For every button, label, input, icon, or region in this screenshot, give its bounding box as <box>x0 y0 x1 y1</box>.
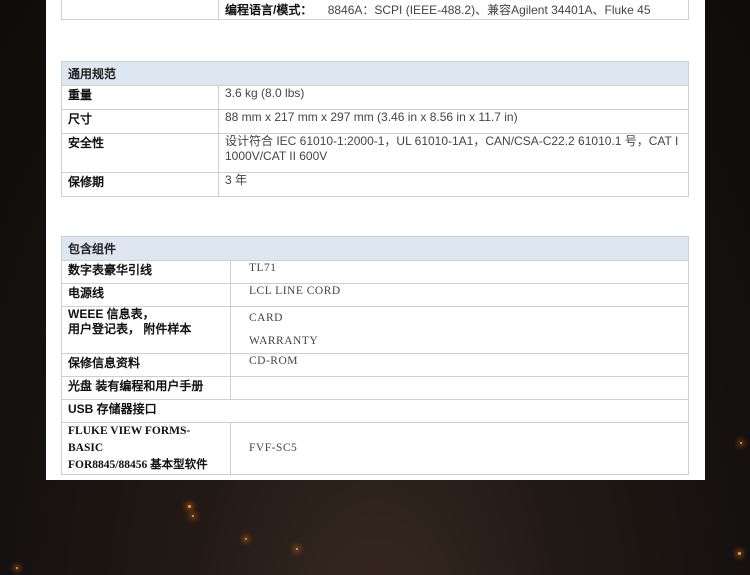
component-part-number: FVF-SC5 <box>230 422 689 475</box>
component-label: 光盘 装有编程和用户手册 <box>61 376 231 400</box>
table-row: FLUKE VIEW FORMS-BASIC FOR8845/88456 基本型… <box>61 422 689 475</box>
component-label: USB 存储器接口 <box>61 399 689 423</box>
component-label: WEEE 信息表， 用户登记表， 附件样本 <box>61 306 231 354</box>
ember-spark <box>192 515 194 517</box>
programming-language-value: 8846A：SCPI (IEEE-488.2)、兼容Agilent 34401A… <box>327 3 651 17</box>
programming-language-cell: 编程语言/模式： 8846A：SCPI (IEEE-488.2)、兼容Agile… <box>218 0 689 20</box>
spec-value: 3 年 <box>218 172 689 197</box>
component-part-number: CARD WARRANTY <box>230 306 689 354</box>
spec-value: 设计符合 IEC 61010-1:2000-1，UL 61010-1A1，CAN… <box>218 133 689 173</box>
part-number-line: WARRANTY <box>249 335 319 347</box>
spec-label: 保修期 <box>61 172 219 197</box>
spec-label: 重量 <box>61 85 219 110</box>
table-row: 电源线 LCL LINE CORD <box>61 283 689 307</box>
table-row: 尺寸 88 mm x 217 mm x 297 mm (3.46 in x 8.… <box>61 109 689 134</box>
table-row: 编程语言/模式： 8846A：SCPI (IEEE-488.2)、兼容Agile… <box>61 0 689 20</box>
component-label-line: FOR8845/88456 基本型软件 <box>68 459 208 471</box>
table-row: 保修期 3 年 <box>61 172 689 197</box>
general-spec-table: 通用规范 重量 3.6 kg (8.0 lbs) 尺寸 88 mm x 217 … <box>61 61 689 197</box>
component-label: 电源线 <box>61 283 231 307</box>
component-part-number <box>230 376 689 400</box>
part-number-line: CARD <box>249 312 283 324</box>
spec-label: 安全性 <box>61 133 219 173</box>
component-label-line: FLUKE VIEW FORMS-BASIC <box>68 425 191 454</box>
ember-spark <box>740 442 742 444</box>
included-components-table: 包含组件 数字表豪华引线 TL71 电源线 LCL LINE CORD WEEE… <box>61 236 689 475</box>
component-part-number: TL71 <box>230 260 689 284</box>
component-label: FLUKE VIEW FORMS-BASIC FOR8845/88456 基本型… <box>61 422 231 475</box>
section-title: 包含组件 <box>61 236 689 261</box>
ember-spark <box>296 548 298 550</box>
table-row: 安全性 设计符合 IEC 61010-1:2000-1，UL 61010-1A1… <box>61 133 689 173</box>
programming-language-label: 编程语言/模式： <box>225 3 313 17</box>
spec-value: 3.6 kg (8.0 lbs) <box>218 85 689 110</box>
ember-spark <box>738 552 741 555</box>
table-row: 通用规范 <box>61 61 689 86</box>
spec-label: 尺寸 <box>61 109 219 134</box>
blank-cell <box>61 0 219 20</box>
component-label-line: 用户登记表， 附件样本 <box>68 322 192 336</box>
spec-panel: 编程语言/模式： 8846A：SCPI (IEEE-488.2)、兼容Agile… <box>46 0 705 480</box>
programming-spec-table: 编程语言/模式： 8846A：SCPI (IEEE-488.2)、兼容Agile… <box>61 0 689 20</box>
table-row: 包含组件 <box>61 236 689 261</box>
table-row: WEEE 信息表， 用户登记表， 附件样本 CARD WARRANTY <box>61 306 689 354</box>
ember-spark <box>245 538 247 540</box>
component-label: 数字表豪华引线 <box>61 260 231 284</box>
table-row: 光盘 装有编程和用户手册 <box>61 376 689 400</box>
ember-spark <box>188 505 191 508</box>
table-row: 重量 3.6 kg (8.0 lbs) <box>61 85 689 110</box>
section-title: 通用规范 <box>61 61 689 86</box>
table-row: USB 存储器接口 <box>61 399 689 423</box>
component-part-number: LCL LINE CORD <box>230 283 689 307</box>
component-label-line: WEEE 信息表， <box>68 307 155 321</box>
component-part-number: CD-ROM <box>230 353 689 377</box>
table-row: 数字表豪华引线 TL71 <box>61 260 689 284</box>
table-row: 保修信息资料 CD-ROM <box>61 353 689 377</box>
ember-spark <box>16 567 18 569</box>
component-label: 保修信息资料 <box>61 353 231 377</box>
spec-value: 88 mm x 217 mm x 297 mm (3.46 in x 8.56 … <box>218 109 689 134</box>
